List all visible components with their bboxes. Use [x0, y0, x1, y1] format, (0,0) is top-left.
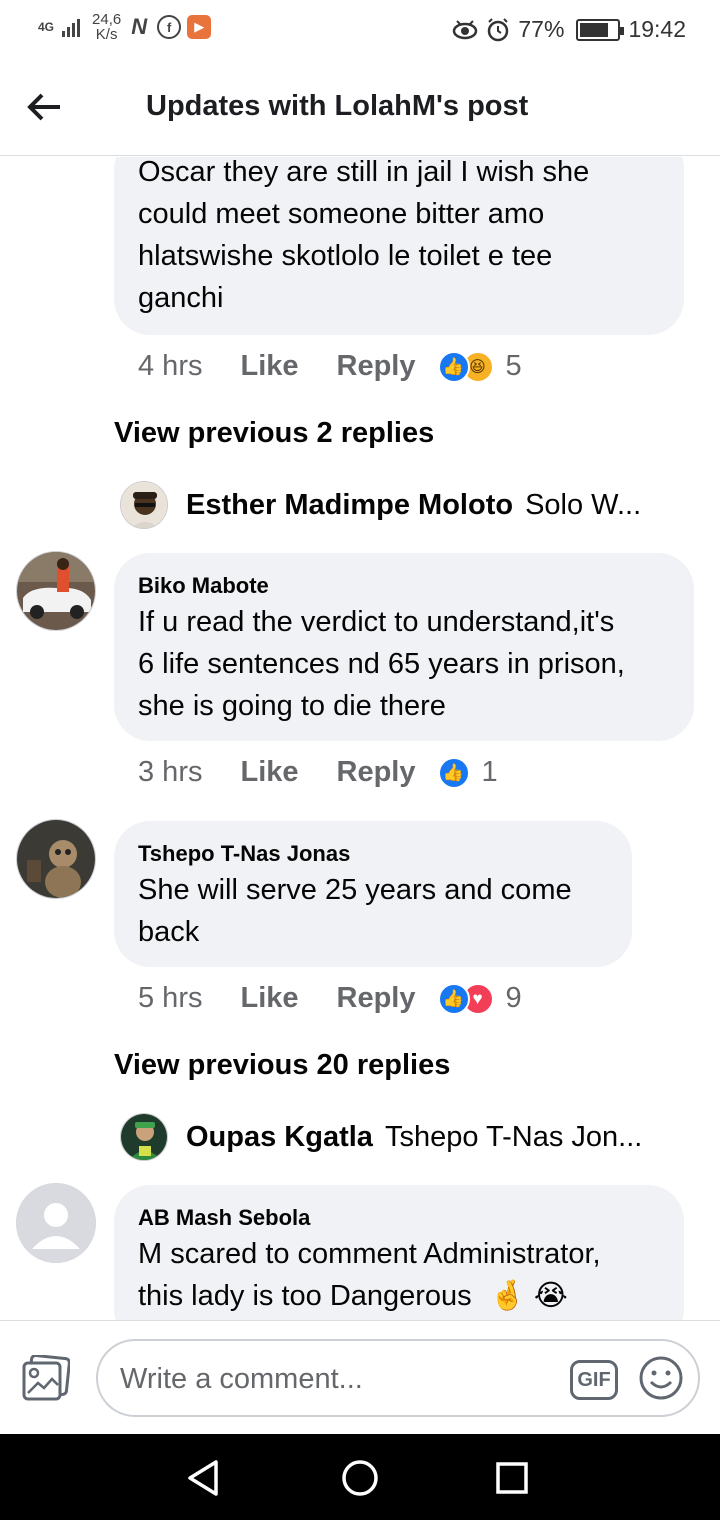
like-reaction-icon: 👍: [437, 982, 470, 1015]
video-player-icon: ▶: [187, 15, 212, 39]
circle-home-icon: [342, 1460, 378, 1496]
reply-preview[interactable]: Esther Madimpe Moloto Solo W...: [120, 481, 641, 529]
signal-icon: [62, 17, 81, 37]
comment-actions: 5 hrs Like Reply 👍 ♥ 9: [138, 982, 522, 1015]
avatar[interactable]: [120, 481, 168, 529]
triangle-back-icon: [188, 1460, 218, 1496]
reply-button[interactable]: Reply: [337, 982, 416, 1015]
status-left: 4G 24,6 K/s N f ▶: [38, 12, 212, 42]
comment-text-line: this lady is too Dangerous 🤞 😭: [138, 1275, 660, 1317]
comment-actions: 4 hrs Like Reply 👍 😆 5: [138, 350, 522, 383]
comment-time[interactable]: 5 hrs: [138, 982, 202, 1015]
reaction-summary[interactable]: 👍 1: [437, 756, 498, 789]
avatar[interactable]: [16, 1183, 96, 1263]
system-nav-bar: [0, 1434, 720, 1520]
battery-icon: [576, 18, 625, 41]
comment-text-line: back: [138, 916, 200, 948]
comment-text-line: hlatswishe skotlolo le toilet e tee: [138, 240, 553, 272]
crying-face-emoji: 😭: [533, 1280, 568, 1312]
photo-button[interactable]: [22, 1354, 71, 1401]
comment-time[interactable]: 4 hrs: [138, 350, 202, 383]
comment-thread[interactable]: Oscar they are still in jail I wish she …: [0, 157, 720, 1320]
network-type: 4G: [38, 19, 55, 34]
reply-button[interactable]: Reply: [337, 350, 416, 383]
clock: 19:42: [628, 16, 686, 42]
like-button[interactable]: Like: [240, 982, 298, 1015]
back-arrow-icon: [27, 93, 60, 121]
battery-fill: [580, 22, 609, 37]
comment-text-line: If u read the verdict to understand,it's: [138, 606, 615, 638]
reaction-count: 1: [481, 756, 498, 788]
comment-bubble[interactable]: Tshepo T-Nas Jonas She will serve 25 yea…: [114, 821, 632, 967]
speed-unit: K/s: [95, 26, 118, 43]
photo-icon: [22, 1354, 71, 1401]
comment-text-line: she is going to die there: [138, 690, 446, 722]
reaction-count: 5: [505, 350, 522, 382]
alarm-icon: [488, 17, 509, 41]
reply-author[interactable]: Esther Madimpe Moloto: [186, 489, 513, 522]
comment-text-line: M scared to comment Administrator,: [138, 1238, 601, 1270]
facebook-icon: f: [157, 15, 182, 39]
square-recents-icon: [496, 1462, 528, 1494]
like-reaction-icon: 👍: [437, 756, 470, 789]
reply-button[interactable]: Reply: [337, 756, 416, 789]
comment-text-line: ganchi: [138, 282, 224, 314]
page-title: Updates with LolahM's post: [146, 90, 529, 122]
reaction-summary[interactable]: 👍 ♥ 9: [437, 982, 522, 1015]
like-button[interactable]: Like: [240, 756, 298, 789]
emoji-button[interactable]: [638, 1355, 684, 1401]
comment-author[interactable]: Biko Mabote: [138, 573, 670, 599]
like-reaction-icon: 👍: [437, 350, 470, 383]
avatar[interactable]: [16, 819, 96, 899]
comment-text-line: could meet someone bitter amo: [138, 198, 545, 230]
view-previous-replies[interactable]: View previous 20 replies: [114, 1049, 450, 1082]
gif-button[interactable]: GIF: [570, 1360, 618, 1400]
reply-snippet: Tshepo T-Nas Jon...: [384, 1120, 643, 1153]
app-header: Updates with LolahM's post: [0, 62, 720, 156]
comment-time[interactable]: 3 hrs: [138, 756, 202, 789]
crossed-fingers-emoji: 🤞: [489, 1280, 526, 1312]
reply-preview[interactable]: Oupas Kgatla Tshepo T-Nas Jon...: [120, 1113, 642, 1161]
like-button[interactable]: Like: [240, 350, 298, 383]
view-previous-replies[interactable]: View previous 2 replies: [114, 417, 434, 450]
avatar[interactable]: [16, 551, 96, 631]
comment-text-line: 6 life sentences nd 65 years in prison,: [138, 648, 625, 680]
avatar[interactable]: [120, 1113, 168, 1161]
status-right: 77% 19:42: [452, 16, 686, 43]
comment-actions: 3 hrs Like Reply 👍 1: [138, 756, 498, 789]
comment-input[interactable]: Write a comment... GIF: [96, 1339, 700, 1417]
eye-icon: [453, 19, 478, 39]
nav-recents-button[interactable]: [490, 1456, 534, 1500]
comment-bubble[interactable]: Biko Mabote If u read the verdict to und…: [114, 553, 694, 741]
comment-input-placeholder: Write a comment...: [120, 1363, 363, 1395]
smiley-icon: [639, 1356, 683, 1400]
comment-bubble[interactable]: Oscar they are still in jail I wish she …: [114, 157, 684, 335]
comment-text-line: Oscar they are still in jail I wish she: [138, 157, 590, 188]
comment-author[interactable]: AB Mash Sebola: [138, 1205, 660, 1231]
status-bar: 4G 24,6 K/s N f ▶ 77% 19:42: [0, 0, 720, 62]
comment-text: this lady is too Dangerous: [138, 1280, 472, 1312]
back-button[interactable]: [26, 84, 74, 132]
reply-snippet: Solo W...: [525, 488, 642, 521]
network-speed: 24,6 K/s: [92, 12, 121, 42]
reply-author[interactable]: Oupas Kgatla: [186, 1121, 373, 1154]
default-avatar-icon: [16, 1183, 96, 1263]
comment-text-line: She will serve 25 years and come: [138, 874, 572, 906]
speed-value: 24,6: [92, 11, 122, 28]
nav-home-button[interactable]: [338, 1456, 382, 1500]
comment-author[interactable]: Tshepo T-Nas Jonas: [138, 841, 608, 867]
comment-composer: Write a comment... GIF: [0, 1320, 720, 1434]
comment-bubble[interactable]: AB Mash Sebola M scared to comment Admin…: [114, 1185, 684, 1320]
reaction-summary[interactable]: 👍 😆 5: [437, 350, 522, 383]
nav-back-button[interactable]: [182, 1456, 226, 1500]
netflix-n-icon: N: [131, 14, 148, 39]
battery-percent: 77%: [518, 16, 565, 42]
reaction-count: 9: [505, 982, 522, 1014]
